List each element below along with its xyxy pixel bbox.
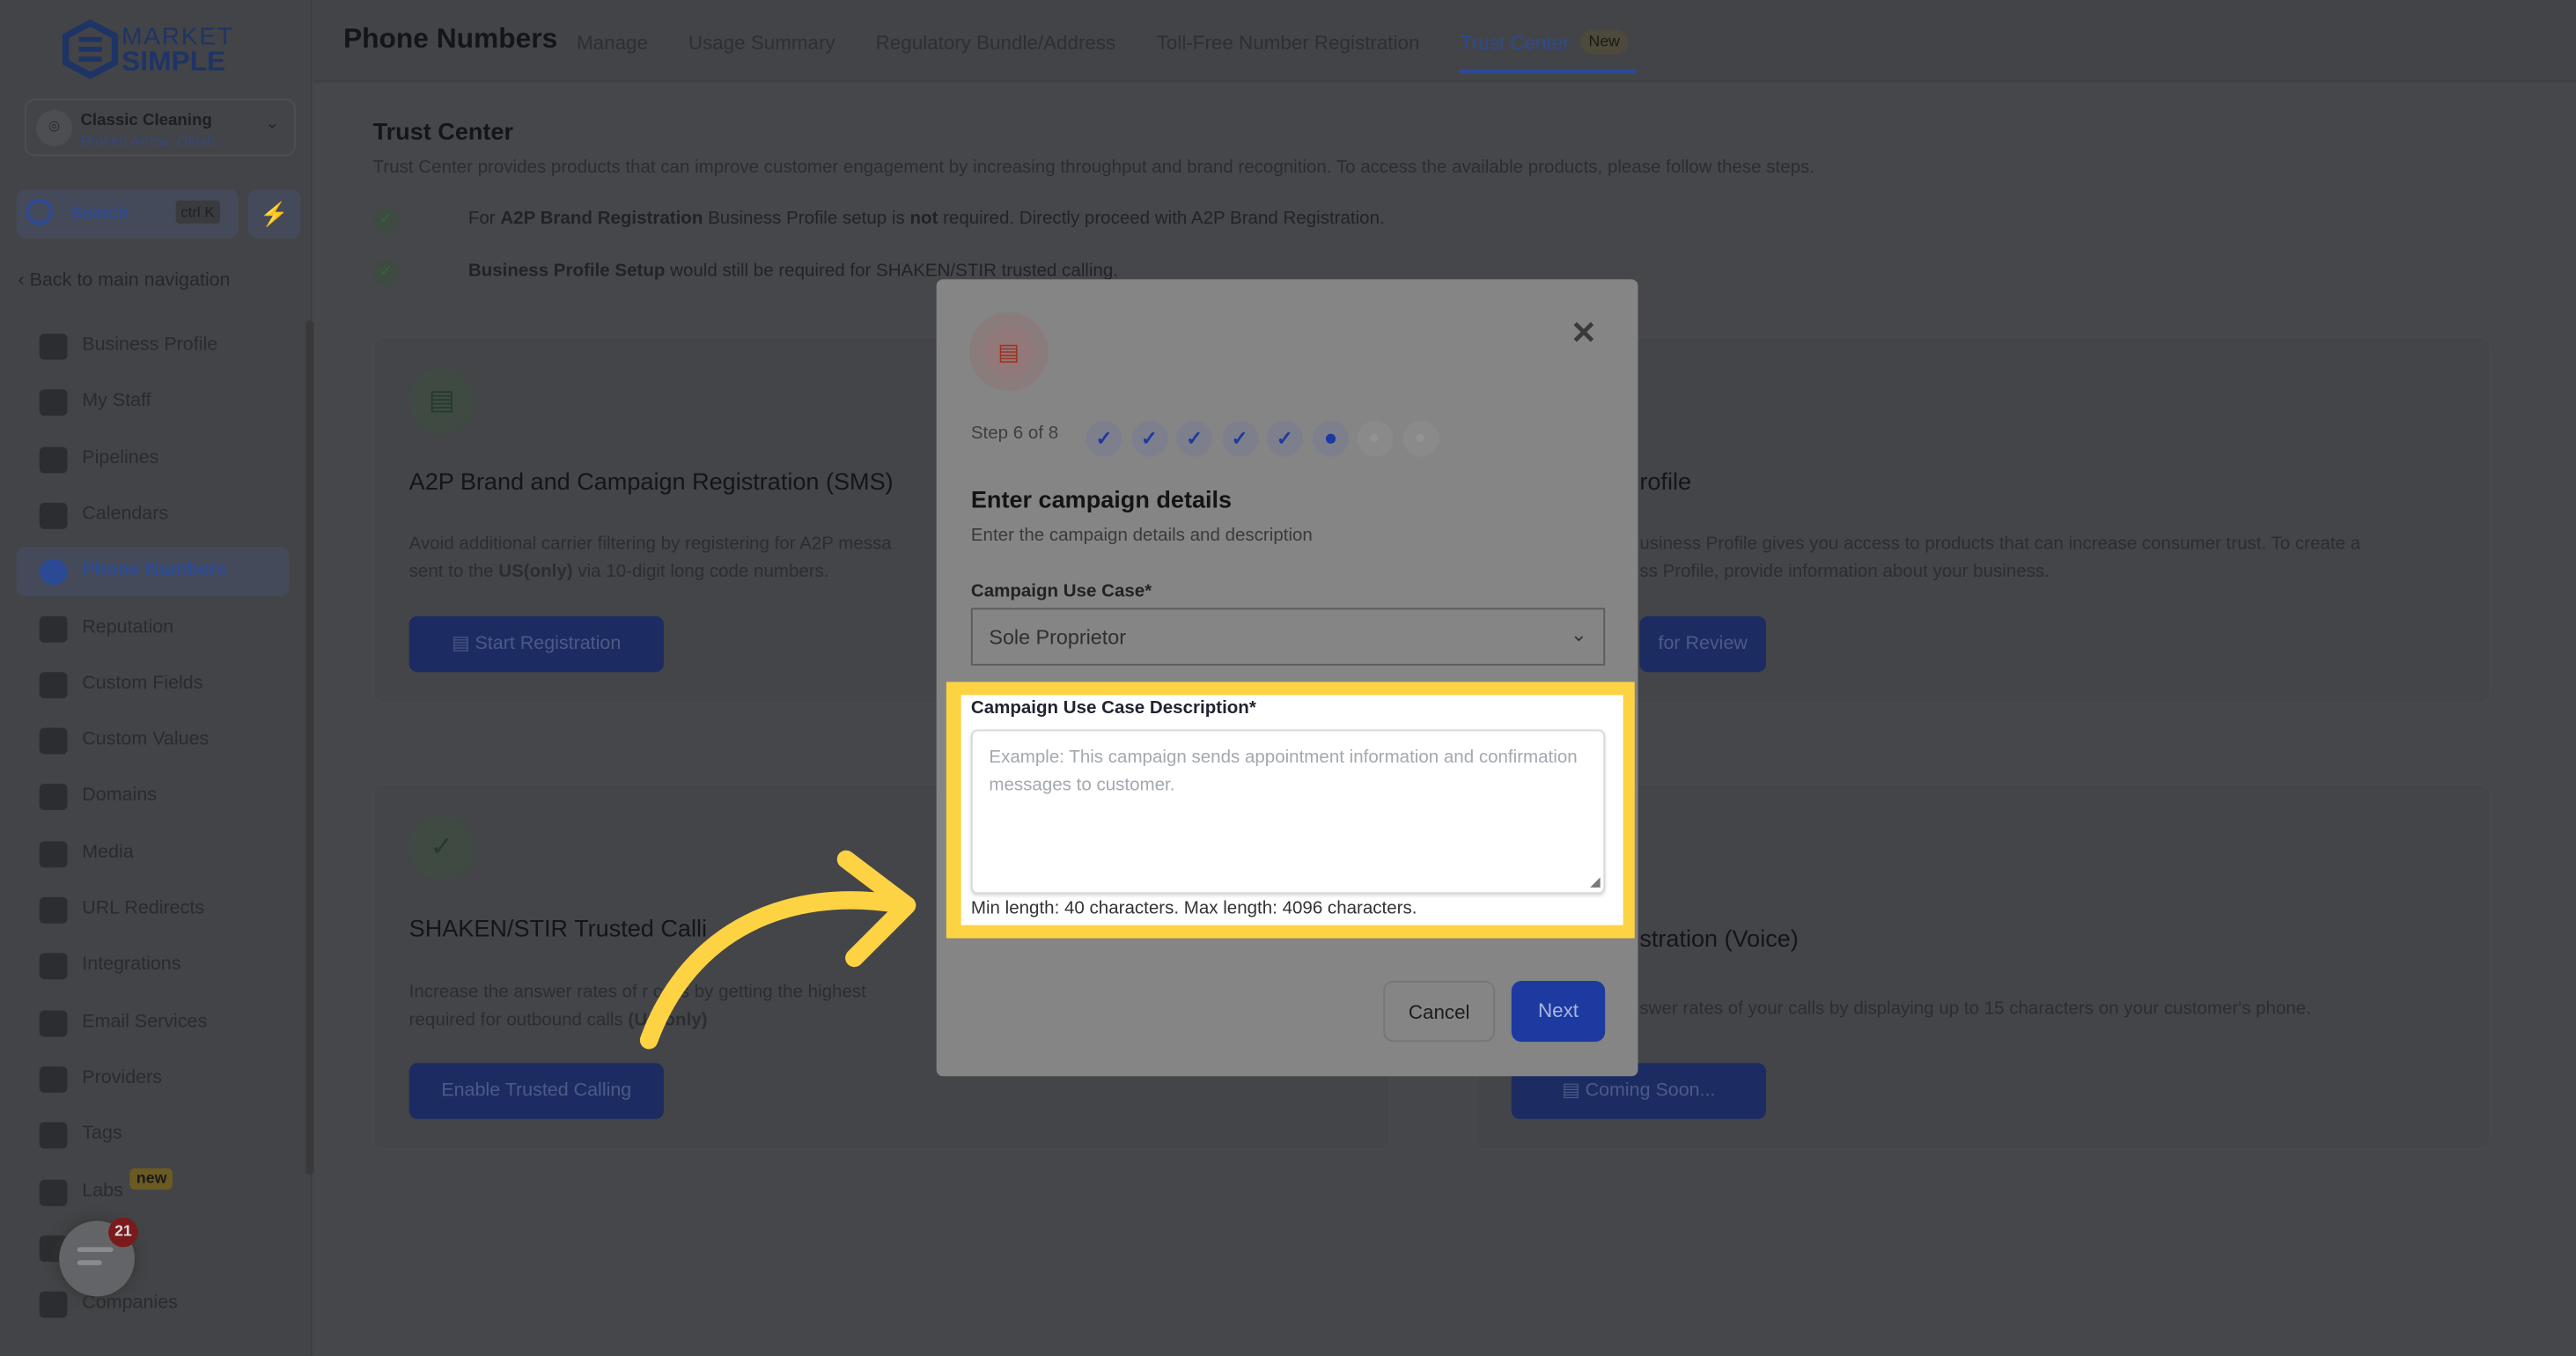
document-icon: ▤ <box>452 634 475 654</box>
submit-for-review-button[interactable]: for Review <box>1639 615 1767 673</box>
sidebar-item-tags[interactable]: Tags <box>17 1111 290 1161</box>
step-7-fut-indicator <box>1357 420 1394 457</box>
chat-icon <box>77 1247 114 1252</box>
sidebar-item-reputation[interactable]: Reputation <box>17 604 290 653</box>
step-3-done-indicator: ✓ <box>1176 420 1213 457</box>
campaign-details-modal: ▤ ✕ Step 6 of 8 ✓ ✓ ✓ ✓ ✓ Enter campaign det… <box>936 279 1638 1077</box>
modal-heading: Enter campaign details <box>970 488 1233 515</box>
tab-toll-free-registration[interactable]: Toll-Free Number Registration <box>1157 31 1420 54</box>
providers-icon <box>39 1065 68 1093</box>
tag-icon <box>39 1122 68 1149</box>
tab-trust-center[interactable]: Trust Center <box>1461 31 1570 54</box>
step-2-done-indicator: ✓ <box>1130 420 1167 457</box>
sidebar-item-custom-values[interactable]: Custom Values <box>17 717 290 766</box>
sidebar-item-integrations[interactable]: Integrations <box>17 942 290 991</box>
page-title: Phone Numbers <box>343 23 558 55</box>
redirect-icon <box>39 896 68 924</box>
briefcase-icon <box>39 333 68 360</box>
sidebar-item-logs[interactable]: Logs <box>17 1224 290 1273</box>
fields-icon <box>39 671 68 698</box>
sidebar-item-url-redirects[interactable]: URL Redirects <box>17 886 290 935</box>
sidebar-item-custom-fields[interactable]: Custom Fields <box>17 660 290 710</box>
location-switcher[interactable]: ⌾ Classic Cleaning Broken Arrow, Oklah..… <box>24 98 296 157</box>
market-simple-logo: MARKET SIMPLE <box>62 19 260 82</box>
globe-icon <box>39 784 68 811</box>
section-description: Trust Center provides products that can … <box>372 158 1815 178</box>
step-8-fut-indicator <box>1402 420 1439 457</box>
campaign-description-textarea[interactable]: Example: This campaign sends appointment… <box>970 729 1606 895</box>
sidebar-scrollbar[interactable] <box>305 320 314 1175</box>
building-icon <box>39 1291 68 1318</box>
textarea-placeholder: Example: This campaign sends appointment… <box>989 748 1578 796</box>
star-icon <box>39 615 68 642</box>
step-6-cur-indicator <box>1312 420 1349 457</box>
info-bullet: Business Profile Setup would still be re… <box>467 261 1118 282</box>
sidebar-item-providers[interactable]: Providers <box>17 1055 290 1104</box>
document-check-icon: ▤ <box>408 368 475 434</box>
flask-icon <box>39 1178 68 1205</box>
sidebar-item-domains[interactable]: Domains <box>17 773 290 822</box>
campaign-use-case-select[interactable]: Sole Proprietor ⌄ <box>970 608 1606 666</box>
search-button[interactable]: Search ctrl K <box>16 188 239 239</box>
labs-new-badge: new <box>129 1168 173 1190</box>
chevron-left-icon: ‹ <box>18 270 30 291</box>
phone-icon <box>39 558 68 586</box>
tab-regulatory-bundle[interactable]: Regulatory Bundle/Address <box>876 31 1116 54</box>
sidebar: MARKET SIMPLE ⌾ Classic Cleaning Broken … <box>0 0 314 1356</box>
length-hint: Min length: 40 characters. Max length: 4… <box>970 898 1417 919</box>
sidebar-item-my-staff[interactable]: My Staff <box>17 379 290 428</box>
pointer-arrow-icon <box>639 850 916 1050</box>
tab-manage[interactable]: Manage <box>577 31 648 54</box>
sidebar-item-pipelines[interactable]: Pipelines <box>17 435 290 484</box>
search-icon <box>26 198 53 225</box>
sidebar-item-email-services[interactable]: Email Services <box>17 999 290 1048</box>
top-header <box>313 0 2576 83</box>
sidebar-item-calendars[interactable]: Calendars <box>17 491 290 541</box>
sidebar-item-business-profile[interactable]: Business Profile <box>17 322 290 372</box>
check-icon: ✓ <box>372 259 400 286</box>
next-button[interactable]: Next <box>1511 981 1606 1043</box>
step-4-done-indicator: ✓ <box>1221 420 1258 457</box>
step-5-done-indicator: ✓ <box>1266 420 1303 457</box>
modal-subheading: Enter the campaign details and descripti… <box>970 526 1313 546</box>
chevron-down-icon: ⌄ <box>265 114 280 134</box>
sidebar-item-companies[interactable]: Companies <box>17 1280 290 1330</box>
info-bullet: For A2P Brand Registration Business Prof… <box>467 208 1385 229</box>
cancel-button[interactable]: Cancel <box>1383 981 1496 1043</box>
integrations-icon <box>39 953 68 980</box>
tag-icon <box>39 727 68 755</box>
active-tab-indicator <box>1459 69 1637 74</box>
resize-handle-icon[interactable]: ◢ <box>1590 874 1600 889</box>
close-icon[interactable]: ✕ <box>1571 315 1597 353</box>
email-icon <box>39 1009 68 1036</box>
back-to-main-navigation[interactable]: ‹ Back to main navigation <box>18 271 231 291</box>
sidebar-item-phone-numbers[interactable]: Phone Numbers <box>16 547 290 597</box>
tab-usage-summary[interactable]: Usage Summary <box>688 31 835 54</box>
calendar-icon <box>39 502 68 529</box>
document-icon: ▤ <box>968 312 1049 392</box>
start-registration-button[interactable]: ▤ Start Registration <box>408 615 664 673</box>
check-icon: ✓ <box>372 207 400 233</box>
unread-count-badge: 21 <box>108 1217 138 1248</box>
section-title: Trust Center <box>372 120 514 147</box>
chevron-down-icon: ⌄ <box>1570 623 1587 646</box>
step-1-done-indicator: ✓ <box>1086 420 1122 457</box>
user-icon <box>39 389 68 416</box>
description-label: Campaign Use Case Description* <box>970 698 1256 719</box>
funnel-icon <box>39 446 68 473</box>
highlight-frame: Campaign Use Case Description* Example: … <box>946 682 1635 939</box>
quick-actions-bolt-icon[interactable]: ⚡ <box>247 188 301 239</box>
document-icon: ▤ <box>1562 1080 1586 1102</box>
shield-check-icon: ✓ <box>408 814 475 881</box>
sidebar-item-media[interactable]: Media <box>17 829 290 879</box>
image-icon <box>39 840 68 867</box>
enable-trusted-calling-button[interactable]: Enable Trusted Calling <box>408 1063 664 1119</box>
location-pin-icon: ⌾ <box>36 110 73 147</box>
campaign-use-case-label: Campaign Use Case* <box>970 581 1152 601</box>
step-indicator: Step 6 of 8 <box>970 424 1059 444</box>
new-badge: New <box>1580 29 1629 55</box>
